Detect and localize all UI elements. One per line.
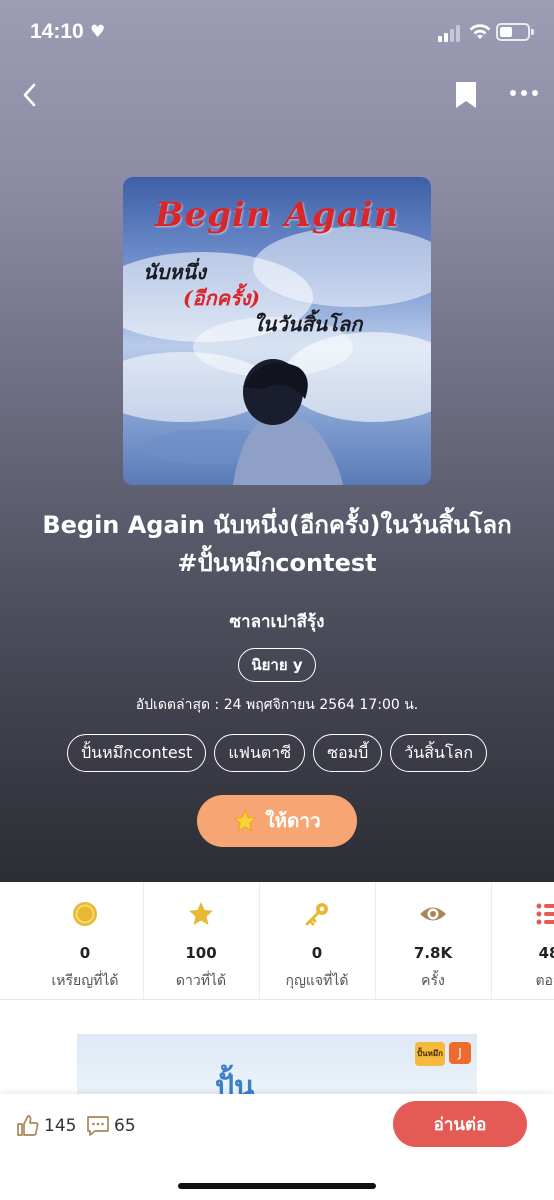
stat-keys: 0 กุญแจที่ได้ xyxy=(259,882,375,999)
tag-chip[interactable]: ซอมบี้ xyxy=(313,734,383,772)
stat-value: 7.8K xyxy=(413,944,453,962)
signal-icon xyxy=(438,24,464,42)
tag-list: ปั้นหมึกcontest แฟนตาซี ซอมบี้ วันสิ้นโล… xyxy=(0,734,554,772)
battery-icon xyxy=(496,23,534,41)
like-count: 145 xyxy=(44,1116,77,1136)
category-badge[interactable]: นิยาย y xyxy=(238,648,316,682)
app-logo-icon: J xyxy=(449,1042,471,1064)
continue-reading-button[interactable]: อ่านต่อ xyxy=(393,1101,527,1147)
stat-label: กุญแจที่ได้ xyxy=(285,973,349,989)
star-icon xyxy=(189,902,213,925)
coin-icon xyxy=(73,902,97,926)
list-icon xyxy=(536,903,554,925)
like-button[interactable]: 145 xyxy=(16,1114,76,1138)
stat-value: 48 xyxy=(538,944,554,962)
cover-subtitle: นับหนึ่ง (อีกครั้ง) ในวันสิ้นโลก xyxy=(143,259,423,337)
key-icon xyxy=(305,903,328,926)
comment-button[interactable]: 65 xyxy=(86,1114,136,1138)
tag-chip[interactable]: แฟนตาซี xyxy=(214,734,306,772)
book-cover[interactable]: Begin Again นับหนึ่ง (อีกครั้ง) ในวันสิ้… xyxy=(123,177,431,485)
stats-row: 0 เหรียญที่ได้ 100 ดาวที่ได้ 0 กุญแจที่ไ… xyxy=(0,882,554,1000)
stat-label: เหรียญที่ได้ xyxy=(51,973,119,989)
more-horizontal-icon[interactable] xyxy=(508,90,540,100)
give-star-button[interactable]: ให้ดาว xyxy=(197,795,357,847)
wifi-icon xyxy=(469,24,491,39)
stat-stars: 100 ดาวที่ได้ xyxy=(143,882,259,999)
banner-logo: ปั้นหมึก xyxy=(415,1042,445,1066)
home-indicator xyxy=(178,1183,376,1189)
cover-title: Begin Again xyxy=(154,195,400,235)
stat-chapters: 48 ตอน xyxy=(491,882,554,999)
book-title: Begin Again นับหนึ่ง(อีกครั้ง)ในวันสิ้นโ… xyxy=(42,511,512,577)
eye-icon xyxy=(420,907,446,921)
cover-subtitle-line3: ในวันสิ้นโลก xyxy=(253,312,363,336)
stat-value: 100 xyxy=(185,944,217,962)
thumbs-up-icon xyxy=(17,1115,39,1136)
stat-coins: 0 เหรียญที่ได้ xyxy=(27,882,143,999)
chevron-left-icon[interactable] xyxy=(14,78,46,112)
comment-count: 65 xyxy=(114,1116,136,1136)
stat-value: 0 xyxy=(311,944,323,962)
stat-label: ตอน xyxy=(535,973,554,989)
stat-label: ครั้ง xyxy=(421,973,445,989)
tag-chip[interactable]: ปั้นหมึกcontest xyxy=(66,734,207,772)
cover-subtitle-line1: นับหนึ่ง xyxy=(143,260,206,284)
give-star-label: ให้ดาว xyxy=(265,810,321,832)
heart-icon: ♥ xyxy=(90,22,106,42)
bottom-action-bar: 145 65 อ่านต่อ xyxy=(0,1094,554,1200)
status-bar: 14:10 ♥ xyxy=(0,0,554,66)
author-name[interactable]: ซาลาเปาสีรุ้ง xyxy=(0,608,554,635)
stat-value: 0 xyxy=(79,944,91,962)
cover-subtitle-line2: (อีกครั้ง) xyxy=(183,286,260,310)
star-icon xyxy=(233,809,257,832)
comment-icon xyxy=(87,1116,109,1136)
stat-views: 7.8K ครั้ง xyxy=(375,882,491,999)
book-header: 14:10 ♥ Begin Again นับหนึ่ง (อีกครั้ง) … xyxy=(0,0,554,882)
tag-chip[interactable]: วันสิ้นโลก xyxy=(390,734,488,772)
stat-label: ดาวที่ได้ xyxy=(175,973,227,989)
status-time: 14:10 xyxy=(30,20,84,43)
bookmark-icon[interactable] xyxy=(454,80,478,110)
last-updated: อัปเดตล่าสุด : 24 พฤศจิกายน 2564 17:00 น… xyxy=(135,697,419,713)
